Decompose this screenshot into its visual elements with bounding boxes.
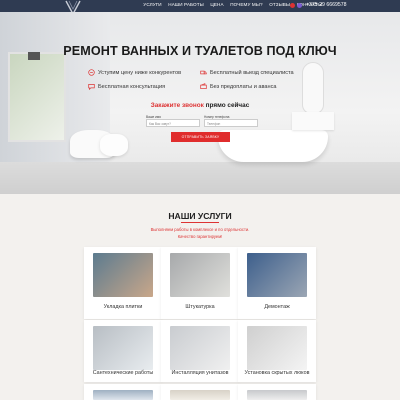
bidet-image [100,134,128,156]
feature-label: Уступим цену ниже конкурентов [98,69,182,76]
tile-laying-photo [93,253,153,297]
price-tag-icon [88,69,95,76]
service-card-label: Демонтаж [264,304,290,310]
service-card[interactable]: Инсталляция унитазов [161,320,239,382]
service-card[interactable]: Штукатурка [161,247,239,319]
service-card[interactable]: Установка скрытых люков [238,320,316,382]
service-photo [93,390,153,400]
truck-icon [200,70,207,75]
nav-link-works[interactable]: НАШИ РАБОТЫ [165,2,207,7]
service-card[interactable]: Укладка плитки [84,247,162,319]
viber-icon[interactable] [297,2,302,8]
feature-item: Бесплатная консультация [88,83,165,90]
service-card[interactable] [84,384,162,400]
callback-heading: Закажите звонок прямо сейчас [0,102,400,109]
feature-label: Без предоплаты и аванса [210,83,277,90]
plastering-photo [170,253,230,297]
service-photo [170,390,230,400]
phone-input[interactable]: Телефон [204,119,258,127]
service-photo [247,390,307,400]
services-subtitle-line-1: Выполняем работы в комплексе и по отдель… [150,227,250,232]
title-divider [181,222,219,223]
service-card[interactable] [161,384,239,400]
hidden-hatch-photo [247,326,307,370]
feature-label: Бесплатная консультация [98,83,166,90]
service-card[interactable]: Сантехнические работы [84,320,162,382]
feature-item: Бесплатный выезд специалиста [200,69,294,76]
service-card-label: Штукатурка [185,304,215,310]
callback-heading-accent: Закажите звонок [150,102,204,109]
chat-icon [88,84,95,90]
demolition-photo [247,253,307,297]
hero-title: РЕМОНТ ВАННЫХ И ТУАЛЕТОВ ПОД КЛЮЧ [63,44,337,58]
sink-image [292,112,334,130]
header-phone[interactable]: +375 29 6669578 [306,2,347,8]
bathtub-image [218,130,328,162]
service-card[interactable]: Демонтаж [238,247,316,319]
feature-label: Бесплатный выезд специалиста [210,69,294,76]
submit-request-button[interactable]: ОТПРАВИТЬ ЗАЯВКУ [171,132,230,142]
service-card-label: Укладка плитки [103,304,143,310]
feature-item: Уступим цену ниже конкурентов [88,69,181,76]
services-title: НАШИ УСЛУГИ [168,211,232,221]
wallet-icon [200,83,207,89]
messenger-icon[interactable] [290,2,295,8]
hero-floor [0,162,400,194]
nav-link-services[interactable]: УСЛУГИ [140,2,165,7]
service-card[interactable] [238,384,316,400]
services-section: НАШИ УСЛУГИ Выполняем работы в комплексе… [0,194,400,400]
feature-item: Без предоплаты и аванса [200,83,277,90]
nav-link-price[interactable]: ЦЕНА [207,2,227,7]
service-card-label: Инсталляция унитазов [171,370,229,376]
toilet-installation-photo [170,326,230,370]
nav-link-why-us[interactable]: ПОЧЕМУ МЫ? [227,2,266,7]
callback-heading-rest: прямо сейчас [205,102,250,109]
services-subtitle-line-2: Качество гарантируем! [177,233,223,239]
services-subtitle: Выполняем работы в комплексе и по отдель… [0,227,400,240]
service-card-label: Сантехнические работы [92,370,154,376]
hero-window-image [8,52,66,142]
header-contacts: +375 29 6669578 [290,2,347,8]
service-card-label: Установка скрытых люков [244,370,310,376]
name-input[interactable]: Как Вас зовут? [146,119,200,127]
plumbing-photo [93,326,153,370]
